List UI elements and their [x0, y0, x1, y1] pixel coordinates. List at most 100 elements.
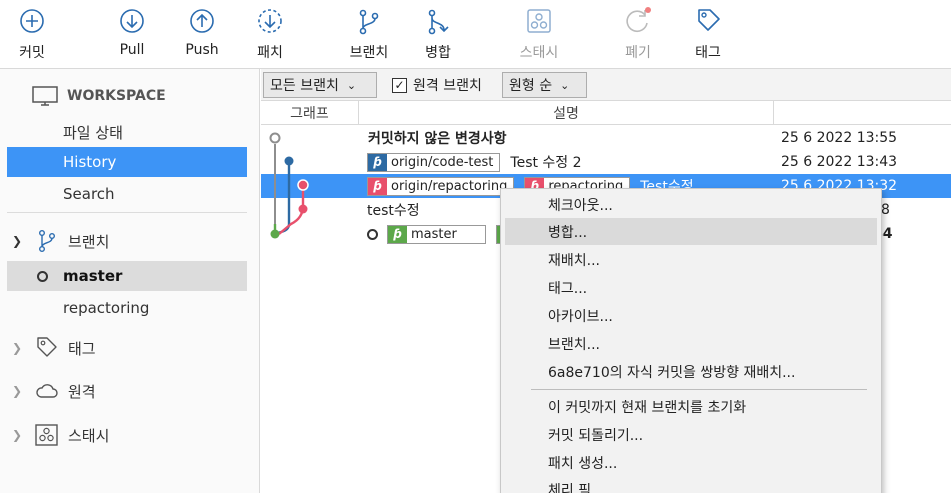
- arrow-down-circle-icon: [120, 9, 144, 33]
- branch-icon: [359, 9, 379, 35]
- graph-column-header[interactable]: 그래프: [261, 101, 359, 125]
- push-button[interactable]: Push: [178, 0, 226, 68]
- branch-filter-dropdown[interactable]: 모든 브랜치 ⌄: [263, 72, 377, 98]
- commit-row[interactable]: ƥ origin/code-test Test 수정 2 25 6 2022 1…: [261, 150, 951, 174]
- description-column-header[interactable]: 설명: [359, 101, 774, 125]
- sidebar-item-label: 파일 상태: [63, 123, 123, 142]
- chevron-right-icon[interactable]: ❯: [12, 341, 28, 355]
- menu-item-label: 체리 픽: [548, 482, 592, 493]
- branch-label-tag[interactable]: ƥ origin/repactoring: [367, 176, 515, 196]
- branch-label-text: origin/repactoring: [391, 178, 508, 194]
- commit-node[interactable]: [284, 156, 294, 166]
- sidebar-tags-header[interactable]: ❯ 태그: [7, 331, 257, 365]
- cloud-icon: [36, 384, 58, 398]
- push-label: Push: [185, 42, 219, 58]
- commit-description: test수정: [367, 203, 420, 219]
- branch-icon: ƥ: [368, 153, 387, 171]
- menu-item-label: 패치 생성...: [548, 455, 618, 472]
- discard-button[interactable]: 폐기: [614, 0, 662, 68]
- sidebar-item-label: repactoring: [63, 299, 150, 317]
- sidebar-item-search[interactable]: Search: [7, 179, 247, 209]
- menu-item-rebase[interactable]: 재배치...: [505, 246, 877, 273]
- commit-node[interactable]: [270, 229, 280, 239]
- commit-row[interactable]: 커밋하지 않은 변경사항 25 6 2022 13:55: [261, 126, 951, 150]
- sidebar-branches-header[interactable]: ❯ 브랜치: [7, 224, 257, 258]
- menu-item-label: 병합...: [548, 224, 588, 241]
- commit-date: 25 6 2022 13:55: [781, 130, 898, 146]
- tag-icon: [698, 9, 720, 31]
- branch-label: 브랜치: [349, 45, 389, 61]
- chevron-down-icon: ⌄: [560, 78, 570, 92]
- chevron-right-icon[interactable]: ❯: [12, 384, 28, 398]
- branch-label-tag[interactable]: ƥ master: [387, 224, 486, 244]
- menu-item-tag[interactable]: 태그...: [505, 274, 877, 301]
- remote-branches-checkbox[interactable]: ✓ 원격 브랜치: [392, 75, 482, 95]
- menu-item-checkout[interactable]: 체크아웃...: [505, 191, 877, 218]
- uncommitted-node[interactable]: [269, 132, 281, 144]
- filter-bar: 모든 브랜치 ⌄ ✓ 원격 브랜치 원형 순 ⌄: [261, 69, 951, 101]
- sidebar-stashes-header[interactable]: ❯ 스태시: [7, 418, 257, 452]
- sidebar-item-branch-repactoring[interactable]: repactoring: [7, 293, 247, 323]
- tags-label: 태그: [68, 339, 96, 358]
- menu-item-branch[interactable]: 브랜치...: [505, 330, 877, 357]
- sidebar-item-file-status[interactable]: 파일 상태: [7, 117, 247, 147]
- merge-button[interactable]: 병합: [414, 0, 462, 68]
- stash-label: 스태시: [519, 45, 559, 61]
- graph-column-label: 그래프: [290, 106, 329, 122]
- sidebar: WORKSPACE 파일 상태 History Search ❯ 브랜치 mas…: [0, 69, 260, 493]
- discard-label: 폐기: [625, 45, 651, 61]
- menu-item-revert[interactable]: 커밋 되돌리기...: [505, 421, 877, 448]
- menu-item-label: 6a8e710의 자식 커밋을 쌍방향 재배치...: [548, 364, 796, 381]
- menu-item-archive[interactable]: 아카이브...: [505, 302, 877, 329]
- chevron-down-icon[interactable]: ❯: [12, 234, 28, 248]
- branch-icon: [38, 230, 55, 253]
- sidebar-remotes-header[interactable]: ❯ 원격: [7, 374, 257, 408]
- menu-item-create-patch[interactable]: 패치 생성...: [505, 449, 877, 476]
- arrow-up-circle-icon: [190, 9, 214, 33]
- checkmark-icon: ✓: [392, 77, 407, 93]
- toolbar: 커밋 Pull Push 패치 브랜치 병합 스태시 폐기 태그: [0, 0, 951, 69]
- pull-label: Pull: [119, 42, 145, 58]
- branch-label-text: master: [411, 226, 457, 242]
- branch-button[interactable]: 브랜치: [340, 0, 398, 68]
- discard-icon: [626, 7, 651, 32]
- stashes-label: 스태시: [68, 426, 110, 445]
- menu-item-merge[interactable]: 병합...: [505, 218, 877, 245]
- branch-label-tag[interactable]: ƥ origin/code-test: [367, 152, 501, 172]
- commit-button[interactable]: 커밋: [8, 0, 56, 68]
- current-branch-icon: [367, 228, 378, 240]
- context-menu: 체크아웃... 병합... 재배치... 태그... 아카이브... 브랜치..…: [500, 188, 882, 493]
- menu-item-label: 이 커밋까지 현재 브랜치를 초기화: [548, 399, 747, 416]
- order-dropdown[interactable]: 원형 순 ⌄: [502, 72, 587, 98]
- menu-item-reset[interactable]: 이 커밋까지 현재 브랜치를 초기화: [505, 393, 877, 420]
- menu-item-interactive-rebase[interactable]: 6a8e710의 자식 커밋을 쌍방향 재배치...: [505, 358, 877, 385]
- commit-description: Test 수정 2: [510, 155, 582, 171]
- commit-date: 25 6 2022 13:43: [781, 154, 898, 170]
- stash-icon: [35, 424, 58, 446]
- chevron-right-icon[interactable]: ❯: [12, 428, 28, 442]
- sidebar-item-branch-master[interactable]: master: [7, 261, 247, 291]
- tag-label: 태그: [695, 45, 721, 61]
- patch-label: 패치: [257, 45, 283, 61]
- stash-icon: [527, 9, 551, 33]
- commit-node[interactable]: [297, 179, 309, 191]
- chevron-down-icon: ⌄: [346, 78, 357, 92]
- menu-item-label: 커밋 되돌리기...: [548, 427, 644, 444]
- monitor-icon: [32, 86, 58, 106]
- commit-node[interactable]: [298, 204, 308, 214]
- branch-filter-value: 모든 브랜치: [270, 78, 339, 94]
- tag-button[interactable]: 태그: [684, 0, 732, 68]
- menu-item-label: 브랜치...: [548, 336, 600, 353]
- stash-button[interactable]: 스태시: [510, 0, 568, 68]
- menu-item-label: 태그...: [548, 280, 588, 297]
- tag-icon: [37, 337, 57, 357]
- sidebar-item-history[interactable]: History: [7, 147, 247, 177]
- menu-item-cherry-pick[interactable]: 체리 픽: [505, 476, 877, 493]
- menu-item-label: 아카이브...: [548, 308, 613, 325]
- remotes-label: 원격: [68, 382, 96, 401]
- commit-label: 커밋: [19, 45, 45, 61]
- pull-button[interactable]: Pull: [108, 0, 156, 68]
- patch-button[interactable]: 패치: [246, 0, 294, 68]
- remote-branches-label: 원격 브랜치: [413, 78, 482, 94]
- menu-item-label: 재배치...: [548, 252, 600, 269]
